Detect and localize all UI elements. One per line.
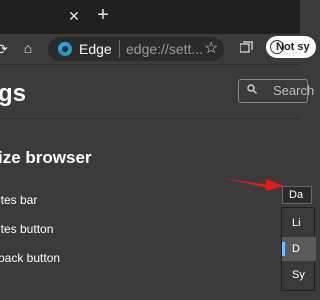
close-tab-icon[interactable]: ✕ [66,8,82,24]
new-tab-icon[interactable]: + [94,5,112,25]
annotation-arrow [222,178,284,191]
theme-dropdown-menu: Li D Sy [281,207,316,291]
favorite-star-icon[interactable]: ☆ [204,38,218,58]
theme-dropdown[interactable]: Da [282,186,312,204]
section-heading: ize browser [0,148,92,167]
setting-favorites-bar: ites bar [0,193,38,207]
url-text[interactable]: edge://sett... [126,41,210,57]
search-icon [247,84,257,94]
site-name: Edge [79,41,112,57]
toolbar-divider [0,64,300,65]
dropdown-option[interactable]: Sy [282,263,316,287]
collections-icon[interactable] [240,41,254,53]
sync-button[interactable]: Not sy [266,36,316,58]
setting-favorites-button: ites button [0,222,54,236]
tab-strip: ✕ + [0,0,300,34]
search-placeholder: Search [273,83,315,98]
home-icon[interactable]: ⌂ [18,40,38,58]
dropdown-option[interactable]: Li [282,211,316,235]
address-bar[interactable]: Edge edge://sett... [48,37,224,61]
search-settings-input[interactable]: Search [238,79,314,103]
address-separator [119,40,120,58]
refresh-icon[interactable]: ⟳ [0,41,10,57]
dropdown-option-selected[interactable]: D [282,237,316,261]
sync-label: Not sy [276,41,310,53]
content-separator [0,118,300,119]
edge-logo-icon [58,42,72,56]
setting-feedback-button: back button [0,251,61,265]
page-title: gs [0,80,27,107]
browser-toolbar: ⟳ ⌂ Edge edge://sett... [0,34,300,64]
